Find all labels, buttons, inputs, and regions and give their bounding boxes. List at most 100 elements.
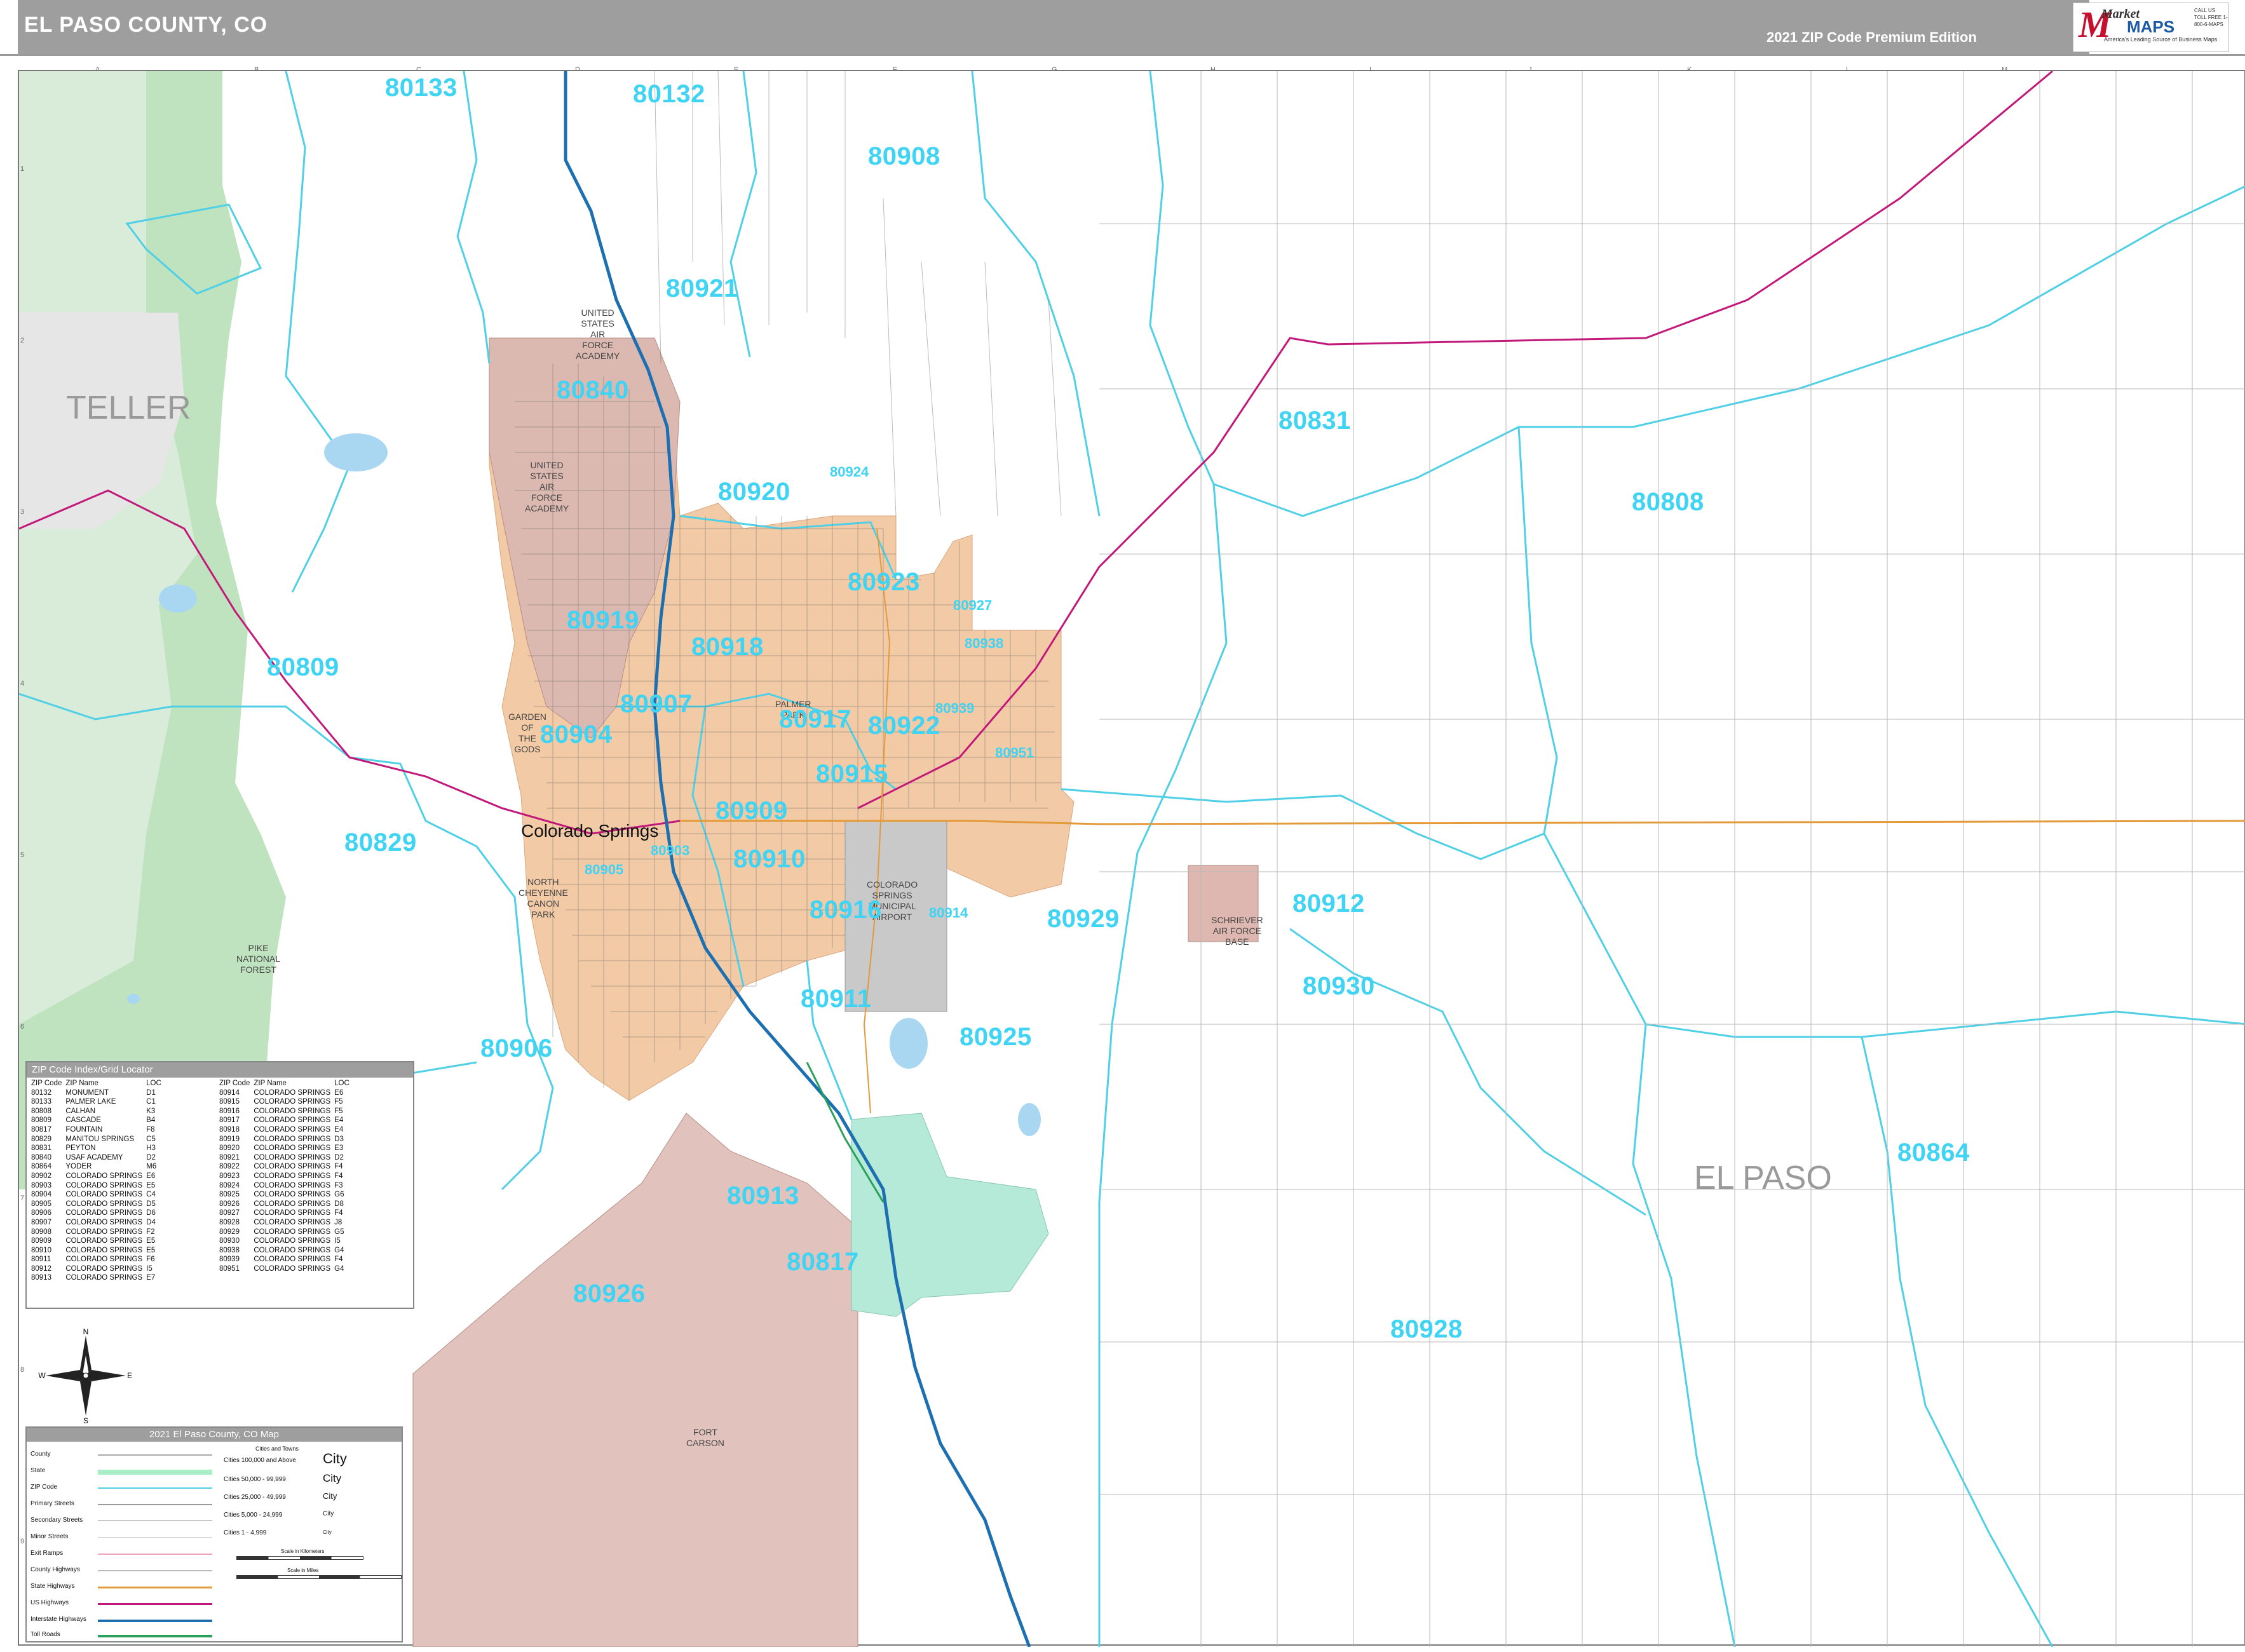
- zip-index-name: COLORADO SPRINGS: [65, 1181, 143, 1189]
- zip-index-name: COLORADO SPRINGS: [254, 1218, 331, 1226]
- zip-label-80904[interactable]: 80904: [540, 721, 613, 749]
- zip-label-80938[interactable]: 80938: [965, 635, 1003, 652]
- zip-index-loc: G4: [334, 1264, 344, 1273]
- zip-label-80928[interactable]: 80928: [1390, 1315, 1463, 1344]
- zip-label-80918[interactable]: 80918: [691, 633, 764, 661]
- zip-index-row: 80902 COLORADO SPRINGS E6: [29, 1172, 163, 1181]
- zip-label-80864[interactable]: 80864: [1897, 1139, 1970, 1167]
- zip-label-80926[interactable]: 80926: [573, 1280, 646, 1308]
- zip-label-80913[interactable]: 80913: [727, 1182, 799, 1210]
- zip-label-80916[interactable]: 80916: [810, 896, 882, 924]
- zip-index-row: 80951 COLORADO SPRINGS G4: [217, 1264, 351, 1274]
- zip-index-code: 80912: [31, 1264, 51, 1273]
- zip-label-80919[interactable]: 80919: [567, 606, 639, 635]
- zip-index-loc: D8: [334, 1200, 344, 1208]
- zip-index-loc: E6: [146, 1172, 156, 1180]
- logo-contact: CALL US TOLL FREE 1-800-6-MAPS: [2194, 8, 2228, 27]
- zip-index-header: LOC: [334, 1080, 349, 1087]
- zip-index-code: 80929: [219, 1228, 240, 1236]
- legend-row-exit-ramps: Exit Ramps: [31, 1550, 64, 1557]
- zip-index-row: 80922 COLORADO SPRINGS F4: [217, 1162, 351, 1172]
- zip-label-80925[interactable]: 80925: [960, 1023, 1032, 1052]
- legend-line-us-highways: [98, 1603, 212, 1605]
- zip-label-80831[interactable]: 80831: [1278, 407, 1351, 435]
- zip-index-left-table: ZIP Code ZIP Name LOC 80132 MONUMENT D1 801…: [29, 1079, 163, 1283]
- zip-label-80930[interactable]: 80930: [1303, 972, 1375, 1001]
- legend-city-sample-2: City: [323, 1472, 342, 1484]
- zip-index-name: COLORADO SPRINGS: [254, 1107, 331, 1115]
- zip-label-80808[interactable]: 80808: [1632, 488, 1704, 517]
- grid-row-7: 7: [20, 1195, 25, 1202]
- legend-row-county: County: [31, 1451, 51, 1458]
- zip-index-row: 80916 COLORADO SPRINGS F5: [217, 1107, 351, 1116]
- zip-label-80915[interactable]: 80915: [816, 760, 888, 789]
- zip-label-80912[interactable]: 80912: [1292, 890, 1365, 918]
- grid-row-9: 9: [20, 1538, 25, 1545]
- zip-index-row: 80917 COLORADO SPRINGS E4: [217, 1116, 351, 1125]
- legend-line-interstate-highways: [98, 1620, 212, 1622]
- zip-label-80910[interactable]: 80910: [733, 845, 806, 874]
- zip-index-code: 80808: [31, 1107, 51, 1115]
- zip-label-80829[interactable]: 80829: [344, 829, 417, 857]
- zip-label-80908[interactable]: 80908: [868, 142, 940, 171]
- zip-index-code: 80903: [31, 1181, 51, 1189]
- zip-index-name: COLORADO SPRINGS: [254, 1191, 331, 1199]
- zip-index-row: 80913 COLORADO SPRINGS E7: [29, 1273, 163, 1283]
- zip-index-row: 80912 COLORADO SPRINGS I5: [29, 1264, 163, 1274]
- zip-label-80922[interactable]: 80922: [868, 712, 940, 740]
- map-canvas[interactable]: [19, 71, 2245, 1647]
- zip-label-80840[interactable]: 80840: [557, 376, 629, 405]
- zip-label-80133[interactable]: 80133: [385, 74, 458, 102]
- map-area[interactable]: [18, 70, 2245, 1647]
- zip-index-code: 80913: [31, 1274, 51, 1282]
- grid-row-4: 4: [20, 680, 25, 687]
- zip-label-80911[interactable]: 80911: [801, 985, 872, 1013]
- zip-index-code: 80930: [219, 1237, 240, 1245]
- zip-label-80914[interactable]: 80914: [929, 905, 968, 921]
- zip-index-name: COLORADO SPRINGS: [254, 1098, 331, 1106]
- zip-index-row: 80929 COLORADO SPRINGS G5: [217, 1228, 351, 1237]
- zip-label-80907[interactable]: 80907: [620, 690, 693, 719]
- compass-w: W: [38, 1371, 46, 1380]
- legend-row-us-highways: US Highways: [31, 1599, 69, 1606]
- zip-label-80939[interactable]: 80939: [935, 700, 974, 717]
- area-label-usaf-academy: UNITED STATES AIR FORCE ACADEMY: [525, 460, 569, 513]
- zip-index-row: 80133 PALMER LAKE C1: [29, 1097, 163, 1107]
- zip-label-80906[interactable]: 80906: [480, 1034, 553, 1063]
- zip-label-80924[interactable]: 80924: [830, 464, 869, 480]
- zip-label-80809[interactable]: 80809: [267, 653, 339, 682]
- market-maps-logo: M Market MAPS America's Leading Source o…: [2073, 3, 2229, 52]
- city-label-colorado-springs[interactable]: Colorado Springs: [521, 821, 658, 841]
- zip-label-80905[interactable]: 80905: [585, 862, 623, 878]
- zip-label-80917[interactable]: 80917: [779, 705, 851, 734]
- zip-label-80951[interactable]: 80951: [995, 745, 1034, 761]
- zip-index-code: 80864: [31, 1163, 51, 1171]
- zip-label-80817[interactable]: 80817: [787, 1248, 859, 1276]
- zip-label-80929[interactable]: 80929: [1047, 905, 1120, 933]
- zip-index-name: COLORADO SPRINGS: [254, 1200, 331, 1208]
- zip-label-80921[interactable]: 80921: [666, 274, 738, 303]
- zip-index-name: COLORADO SPRINGS: [254, 1116, 331, 1125]
- zip-index-code: 80915: [219, 1098, 240, 1106]
- zip-index-loc: F8: [146, 1125, 155, 1134]
- zip-index-name: COLORADO SPRINGS: [254, 1264, 331, 1273]
- zip-label-80927[interactable]: 80927: [953, 597, 992, 614]
- zip-label-80920[interactable]: 80920: [718, 478, 790, 506]
- zip-label-80132[interactable]: 80132: [633, 80, 705, 109]
- zip-index-code: 80910: [31, 1246, 51, 1254]
- zip-index-loc: E3: [334, 1144, 344, 1153]
- legend-row-interstate-highways: Interstate Highways: [31, 1616, 86, 1623]
- zip-index-code: 80924: [219, 1181, 240, 1189]
- zip-index-row: 80915 COLORADO SPRINGS F5: [217, 1097, 351, 1107]
- zip-index-name: PEYTON: [65, 1144, 96, 1153]
- zip-index-loc: F4: [334, 1256, 343, 1264]
- zip-index-code: 80918: [219, 1125, 240, 1134]
- zip-index-row: 80921 COLORADO SPRINGS D2: [217, 1153, 351, 1163]
- zip-index-name: COLORADO SPRINGS: [254, 1256, 331, 1264]
- zip-index-row: 80829 MANITOU SPRINGS C5: [29, 1135, 163, 1144]
- zip-label-80909[interactable]: 80909: [716, 797, 788, 825]
- zip-label-80903[interactable]: 80903: [651, 843, 689, 859]
- legend-line-state-highways: [98, 1587, 212, 1588]
- zip-label-80923[interactable]: 80923: [848, 568, 920, 597]
- county-label-teller: TELLER: [66, 389, 191, 426]
